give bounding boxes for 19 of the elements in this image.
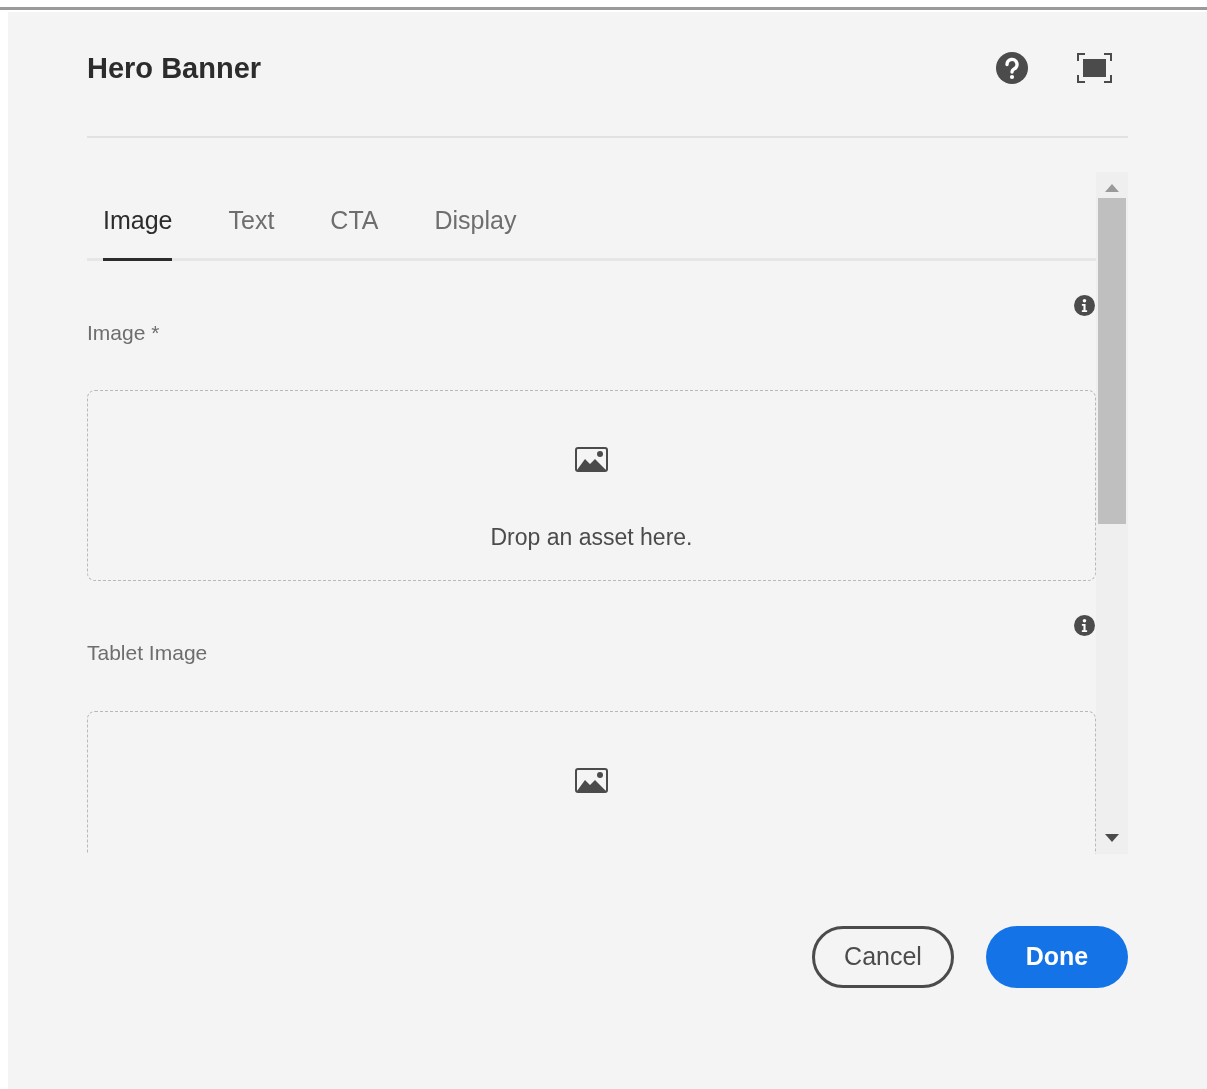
dropzone-text: Drop an asset here. xyxy=(490,523,693,552)
cancel-button[interactable]: Cancel xyxy=(812,926,954,988)
field-label: Tablet Image xyxy=(87,640,208,666)
done-button[interactable]: Done xyxy=(986,926,1128,988)
scroll-down-icon[interactable] xyxy=(1105,834,1119,842)
tab[interactable]: Display xyxy=(434,202,517,261)
fullscreen-icon[interactable] xyxy=(1077,53,1112,83)
tab[interactable]: Text xyxy=(228,202,275,261)
field-label: Image * xyxy=(87,319,160,346)
help-icon[interactable] xyxy=(995,51,1029,85)
image-icon xyxy=(575,447,608,472)
info-icon[interactable] xyxy=(1074,615,1095,636)
image-icon xyxy=(575,767,608,793)
tab[interactable]: Image xyxy=(103,202,173,261)
scrollbar[interactable] xyxy=(1096,172,1128,854)
scrollbar-thumb[interactable] xyxy=(1098,198,1126,524)
info-icon[interactable] xyxy=(1074,294,1095,316)
dialog-title: Hero Banner xyxy=(87,53,262,83)
tab[interactable]: CTA xyxy=(330,202,379,261)
